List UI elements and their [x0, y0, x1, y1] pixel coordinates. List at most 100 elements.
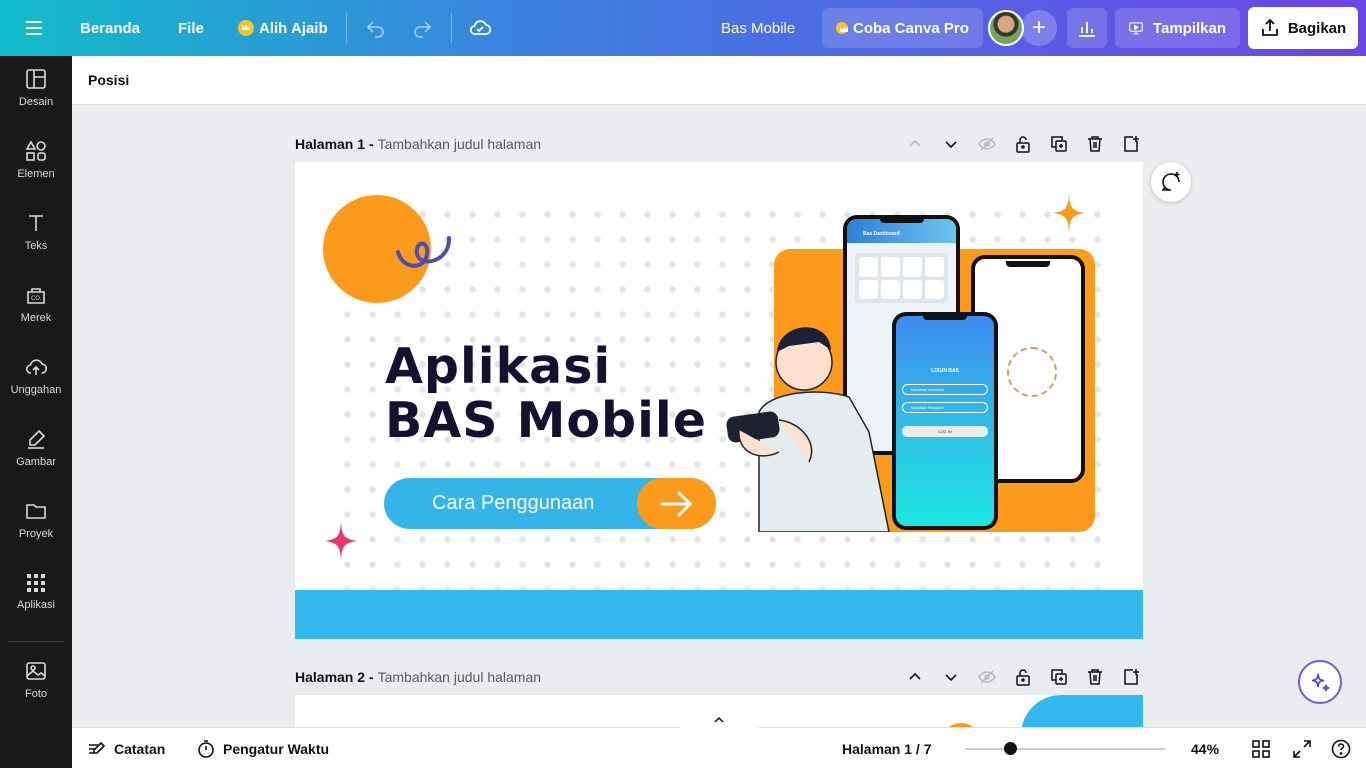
- phone-notch: [879, 217, 924, 223]
- sidebar-item-brand[interactable]: CO. Merek: [0, 272, 72, 336]
- position-button[interactable]: Posisi: [88, 72, 129, 88]
- notes-label: Catatan: [114, 740, 166, 757]
- share-button[interactable]: Bagikan: [1248, 7, 1358, 49]
- share-icon: [1261, 18, 1278, 36]
- hide-page-icon[interactable]: [975, 665, 999, 689]
- add-comment-button[interactable]: [1151, 162, 1191, 202]
- headline-line-2: BAS Mobile: [385, 392, 707, 449]
- chevron-down-icon[interactable]: [939, 665, 963, 689]
- apps-grid-icon: [27, 574, 45, 592]
- sidebar-item-design[interactable]: Desain: [0, 56, 72, 120]
- phone-notch: [923, 314, 967, 320]
- present-button[interactable]: Tampilkan: [1115, 8, 1240, 48]
- sidebar-item-text[interactable]: Teks: [0, 200, 72, 264]
- chevron-up-icon[interactable]: [903, 665, 927, 689]
- lock-icon[interactable]: [1011, 132, 1035, 156]
- chevron-up-icon[interactable]: [680, 716, 758, 730]
- bottom-toolbar: Catatan Pengatur Waktu Halaman 1 / 7 44%: [72, 716, 1366, 768]
- trash-icon[interactable]: [1083, 665, 1107, 689]
- insights-button[interactable]: [1067, 8, 1107, 48]
- sidebar-item-elements[interactable]: Elemen: [0, 128, 72, 192]
- magic-assistant-button[interactable]: [1298, 660, 1342, 704]
- fullscreen-icon[interactable]: [1293, 728, 1311, 768]
- file-menu-button[interactable]: File: [178, 0, 204, 56]
- hamburger-icon[interactable]: [24, 0, 44, 56]
- sidebar-item-apps[interactable]: Aplikasi: [0, 560, 72, 624]
- sidebar-item-draw[interactable]: Gambar: [0, 416, 72, 480]
- login-title: LOGIN BAS: [931, 368, 959, 374]
- trash-icon[interactable]: [1083, 132, 1107, 156]
- grid-view-icon[interactable]: [1252, 728, 1270, 768]
- sidebar-item-photos[interactable]: Foto: [0, 648, 72, 712]
- chevron-down-icon[interactable]: [939, 132, 963, 156]
- top-toolbar: Beranda File Alih Ajaib Bas Mobile Coba …: [0, 0, 1366, 56]
- redo-icon[interactable]: [410, 0, 434, 56]
- cloud-saved-icon[interactable]: [468, 0, 492, 56]
- present-icon: [1129, 22, 1143, 35]
- folder-icon: [26, 504, 46, 519]
- undo-icon[interactable]: [364, 0, 388, 56]
- try-pro-button[interactable]: Coba Canva Pro: [822, 8, 983, 48]
- sidebar-item-label: Proyek: [18, 528, 54, 540]
- cta-label: Cara Penggunaan: [432, 492, 595, 514]
- phone-header-title: Bas Dashboard: [863, 231, 900, 237]
- dashboard-icon-grid: [855, 253, 948, 303]
- svg-text:CO.: CO.: [31, 295, 42, 302]
- page-title-input[interactable]: Tambahkan judul halaman: [378, 669, 541, 685]
- shapes-icon: [25, 140, 46, 161]
- design-page-1[interactable]: Aplikasi BAS Mobile Cara Penggunaan Bas …: [295, 162, 1143, 639]
- document-title[interactable]: Bas Mobile: [721, 0, 795, 56]
- ornament-logo-icon: [1007, 347, 1057, 397]
- headline[interactable]: Aplikasi BAS Mobile: [385, 340, 707, 448]
- hide-page-icon[interactable]: [975, 132, 999, 156]
- orange-sparkle-shape[interactable]: [1053, 194, 1085, 232]
- zoom-level[interactable]: 44%: [1191, 728, 1219, 768]
- sidebar-item-label: Desain: [18, 96, 54, 108]
- cta-button[interactable]: Cara Penggunaan: [384, 478, 716, 529]
- page-title-input[interactable]: Tambahkan judul halaman: [378, 136, 541, 152]
- comment-plus-icon: [1161, 172, 1180, 191]
- notes-button[interactable]: Catatan: [88, 728, 165, 768]
- sidebar-item-label: Teks: [24, 240, 48, 252]
- sidebar-divider: [8, 641, 64, 642]
- phone-notch: [1006, 261, 1050, 267]
- zoom-slider[interactable]: [965, 742, 1165, 755]
- zoom-slider-knob[interactable]: [1004, 742, 1017, 755]
- layout-icon: [26, 69, 46, 89]
- bar-chart-icon: [1079, 22, 1095, 37]
- add-page-icon[interactable]: [1119, 132, 1143, 156]
- toolbar-divider: [451, 13, 452, 43]
- sidebar-item-uploads[interactable]: Unggahan: [0, 344, 72, 408]
- phone-mockup-login[interactable]: LOGIN BAS Masukkan Username Masukkan Pas…: [892, 312, 998, 530]
- blue-footer-band[interactable]: [295, 590, 1143, 639]
- page-header-2: Halaman 2 - Tambahkan judul halaman: [295, 665, 1143, 689]
- squiggle-shape[interactable]: [395, 232, 455, 272]
- pink-sparkle-shape[interactable]: [325, 522, 357, 560]
- home-button[interactable]: Beranda: [80, 0, 140, 56]
- sidebar-item-label: Foto: [24, 688, 47, 700]
- add-page-icon[interactable]: [1119, 665, 1143, 689]
- magic-resize-button[interactable]: Alih Ajaib: [238, 0, 328, 56]
- sidebar-item-projects[interactable]: Proyek: [0, 488, 72, 552]
- duplicate-page-icon[interactable]: [1047, 132, 1071, 156]
- headline-line-1: Aplikasi: [385, 338, 612, 395]
- toolbar-divider: [346, 13, 347, 43]
- page-title: Halaman 1 -: [295, 136, 374, 152]
- page-indicator[interactable]: Halaman 1 / 7: [842, 728, 932, 768]
- avatar[interactable]: [988, 10, 1024, 46]
- crown-icon: [836, 22, 848, 34]
- share-label: Bagikan: [1287, 19, 1347, 37]
- page-title: Halaman 2 -: [295, 669, 374, 685]
- crown-icon: [238, 20, 254, 36]
- brand-icon: CO.: [27, 288, 45, 304]
- lock-icon[interactable]: [1011, 665, 1035, 689]
- chevron-up-icon[interactable]: [903, 132, 927, 156]
- add-collaborator-button[interactable]: +: [1021, 10, 1057, 46]
- duplicate-page-icon[interactable]: [1047, 665, 1071, 689]
- help-icon[interactable]: [1331, 728, 1351, 768]
- timer-button[interactable]: Pengatur Waktu: [197, 728, 329, 768]
- sidebar-item-label: Gambar: [16, 456, 56, 468]
- username-field: Masukkan Username: [902, 384, 988, 395]
- person-gaming-illustration[interactable]: [719, 312, 899, 532]
- context-toolbar: Posisi: [72, 56, 1366, 105]
